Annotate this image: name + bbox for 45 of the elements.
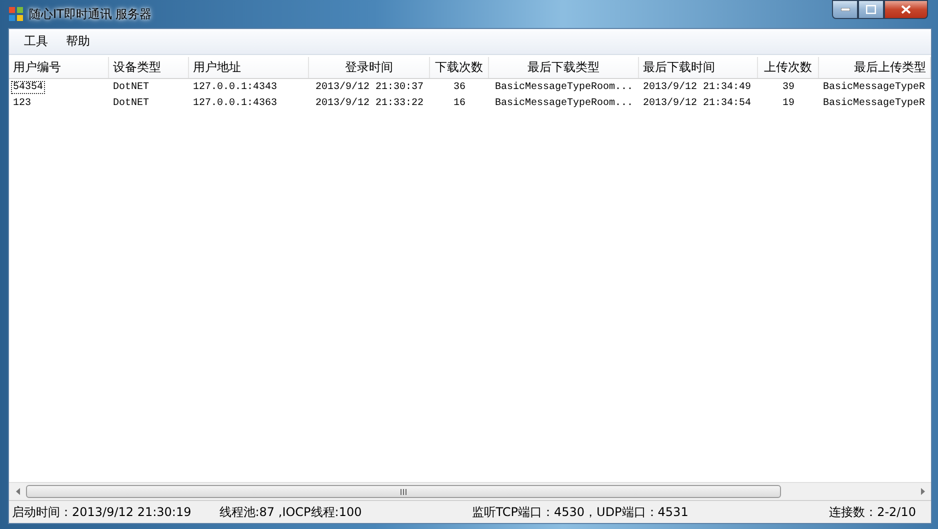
table-cell: 54354 [12,82,44,92]
table-cell: DotNET [112,82,150,92]
caret-left-icon [16,488,20,495]
column-header[interactable]: 登录时间 [309,57,430,78]
table-cell: 39 [781,82,796,92]
table-cell: 36 [452,82,466,92]
grip-icon [400,488,407,494]
table-cell: 2013/9/12 21:33:22 [314,98,425,108]
scrollbar-thumb[interactable] [26,485,781,498]
status-text: 启动时间：2013/9/12 21:30:19 [12,504,192,520]
window-title: 随心IT即时通讯 服务器 [29,6,152,22]
table-cell: 2013/9/12 21:34:54 [642,98,752,108]
caret-right-icon [920,488,924,495]
maximize-icon [866,5,876,14]
column-header[interactable]: 用户编号 [9,57,109,78]
column-header[interactable]: 设备类型 [109,57,189,78]
table-cell: 16 [452,98,466,108]
table-cell: 123 [12,98,32,108]
menu-item[interactable]: 工具 [17,31,55,52]
menu-item[interactable]: 帮助 [59,31,97,52]
column-header[interactable]: 最后下载类型 [489,57,639,78]
column-header[interactable]: 下载次数 [430,57,489,78]
column-header[interactable]: 最后上传类型 [819,57,931,78]
close-icon [901,5,911,14]
status-text: 连接数：2-2/10 [829,504,916,520]
minimize-button[interactable] [832,0,858,19]
table-cell: BasicMessageTypeRoom... [494,82,634,92]
table-cell: 19 [781,98,796,108]
table-cell: BasicMessageTypeR [822,82,926,92]
column-header[interactable]: 上传次数 [758,57,819,78]
app-logo-icon [8,6,24,22]
minimize-icon [840,8,850,11]
table-cell: BasicMessageTypeRoom... [494,98,634,108]
table-cell: 2013/9/12 21:30:37 [314,82,425,92]
table-cell: 127.0.0.1:4343 [192,82,278,92]
status-text: 线程池:87 ,IOCP线程:100 [219,504,362,520]
maximize-button[interactable] [858,0,884,19]
table-cell: 2013/9/12 21:34:49 [642,82,752,92]
column-header[interactable]: 最后下载时间 [639,57,758,78]
table-cell: DotNET [112,98,150,108]
close-button[interactable] [884,0,928,19]
column-header[interactable]: 用户地址 [189,57,309,78]
table-cell: BasicMessageTypeR [822,98,926,108]
table-cell: 127.0.0.1:4363 [192,98,278,108]
status-text: 监听TCP端口：4530，UDP端口：4531 [472,504,688,520]
